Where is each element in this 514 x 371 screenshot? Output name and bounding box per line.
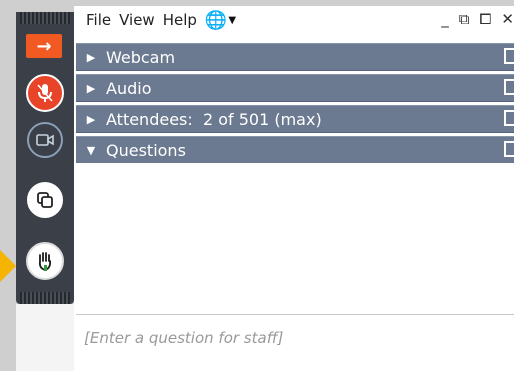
questions-log <box>76 163 514 313</box>
menu-bar: File View Help 🌐 ▼ _ ⧉ ⧠ ✕ <box>74 6 514 34</box>
popout-icon[interactable] <box>504 110 514 126</box>
pointer-arrow <box>0 250 16 282</box>
expand-arrow-icon: ▶ <box>86 112 96 126</box>
collapse-panel-button[interactable]: → <box>26 34 62 58</box>
microphone-icon <box>37 84 53 102</box>
toolbar-grip-bottom[interactable] <box>20 292 70 304</box>
popout-icon[interactable] <box>504 141 514 157</box>
microphone-button[interactable] <box>26 74 64 112</box>
chevron-down-icon[interactable]: ▼ <box>228 15 236 26</box>
toolbar-grip-top[interactable] <box>20 12 70 24</box>
minimize-button[interactable]: _ <box>441 10 449 28</box>
section-webcam-header[interactable]: ▶ Webcam <box>76 43 514 71</box>
collapse-arrow-icon: ▼ <box>86 143 96 157</box>
expand-arrow-icon: ▶ <box>86 81 96 95</box>
camera-icon <box>36 134 54 146</box>
menu-view[interactable]: View <box>119 11 155 29</box>
popout-icon[interactable] <box>504 79 514 95</box>
menu-help[interactable]: Help <box>163 11 197 29</box>
section-label: Attendees: 2 of 501 (max) <box>106 109 322 129</box>
popout-icon[interactable] <box>504 48 514 64</box>
window-controls: _ ⧉ ⧠ ✕ <box>441 10 514 28</box>
toolbar-footer <box>16 304 74 371</box>
screen-share-button[interactable] <box>27 182 63 218</box>
section-label: Questions <box>106 140 186 160</box>
section-label: Audio <box>106 78 152 98</box>
globe-icon[interactable]: 🌐 <box>205 10 227 31</box>
raise-hand-icon <box>38 252 52 271</box>
restore-button[interactable]: ⧉ <box>459 10 470 28</box>
question-input[interactable] <box>82 322 510 354</box>
close-button[interactable]: ✕ <box>501 10 514 28</box>
expand-arrow-icon: ▶ <box>86 50 96 64</box>
section-questions-header[interactable]: ▼ Questions <box>76 136 514 164</box>
camera-button[interactable] <box>27 122 63 158</box>
section-audio-header[interactable]: ▶ Audio <box>76 74 514 102</box>
popout-button[interactable]: ⧠ <box>479 10 491 28</box>
raise-hand-button[interactable] <box>26 242 64 280</box>
section-attendees-header[interactable]: ▶ Attendees: 2 of 501 (max) <box>76 105 514 133</box>
screen-share-icon <box>37 192 53 208</box>
arrow-right-icon: → <box>36 35 52 57</box>
control-panel: File View Help 🌐 ▼ _ ⧉ ⧠ ✕ ▶ Webcam ▶ Au… <box>74 6 514 371</box>
menu-file[interactable]: File <box>86 11 111 29</box>
control-toolbar: → <box>16 12 74 304</box>
section-label: Webcam <box>106 47 176 67</box>
divider <box>76 314 514 315</box>
